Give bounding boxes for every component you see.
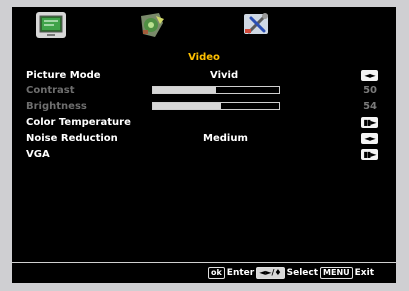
nav-key: ◄►/♦ [256, 267, 285, 279]
exit-hint: Exit [354, 268, 374, 278]
noise-reduction-label: Noise Reduction [26, 133, 118, 144]
wrench-screwdriver-icon [244, 13, 268, 34]
tv-frame: Video Picture Mode Vivid ◄► Contrast 50 … [0, 0, 409, 291]
vga-label: VGA [26, 149, 50, 160]
brightness-value: 54 [363, 101, 377, 112]
noise-reduction-row[interactable]: Noise Reduction Medium ◄► [26, 131, 378, 147]
contrast-label: Contrast [26, 85, 75, 96]
audio-tab[interactable] [134, 10, 168, 40]
select-hint: Select [286, 268, 319, 278]
menu-tabs [12, 7, 396, 45]
brightness-label: Brightness [26, 101, 87, 112]
brightness-slider-fill [153, 103, 222, 109]
enter-hint: Enter [226, 268, 255, 278]
color-temperature-row[interactable]: Color Temperature ▮▮► [26, 115, 378, 131]
color-temperature-label: Color Temperature [26, 117, 131, 128]
left-right-arrows-icon[interactable]: ◄► [361, 133, 378, 144]
contrast-slider[interactable] [152, 86, 280, 94]
vga-row[interactable]: VGA ▮▮► [26, 147, 378, 163]
speaker-icon [141, 13, 164, 37]
picture-mode-label: Picture Mode [26, 70, 101, 81]
contrast-row[interactable]: Contrast 50 [26, 83, 378, 99]
brightness-row[interactable]: Brightness 54 [26, 99, 378, 115]
menu-title: Video [188, 52, 220, 63]
picture-mode-row[interactable]: Picture Mode Vivid ◄► [26, 68, 378, 84]
tv-screen-icon [36, 12, 66, 38]
noise-reduction-value: Medium [203, 133, 248, 144]
enter-submenu-icon[interactable]: ▮▮► [361, 117, 378, 128]
setup-tab[interactable] [240, 10, 274, 40]
left-right-arrows-icon[interactable]: ◄► [361, 70, 378, 81]
contrast-slider-fill [153, 87, 216, 93]
contrast-value: 50 [363, 85, 377, 96]
enter-submenu-icon[interactable]: ▮▮► [361, 149, 378, 160]
menu-key: MENU [320, 267, 353, 279]
ok-key: ok [207, 267, 225, 279]
picture-mode-value: Vivid [210, 70, 239, 81]
osd-menu: Video Picture Mode Vivid ◄► Contrast 50 … [12, 7, 396, 283]
picture-tab[interactable] [34, 10, 68, 40]
footer-hint-bar: ok Enter ◄►/♦ Select MENU Exit [12, 262, 396, 283]
brightness-slider[interactable] [152, 102, 280, 110]
